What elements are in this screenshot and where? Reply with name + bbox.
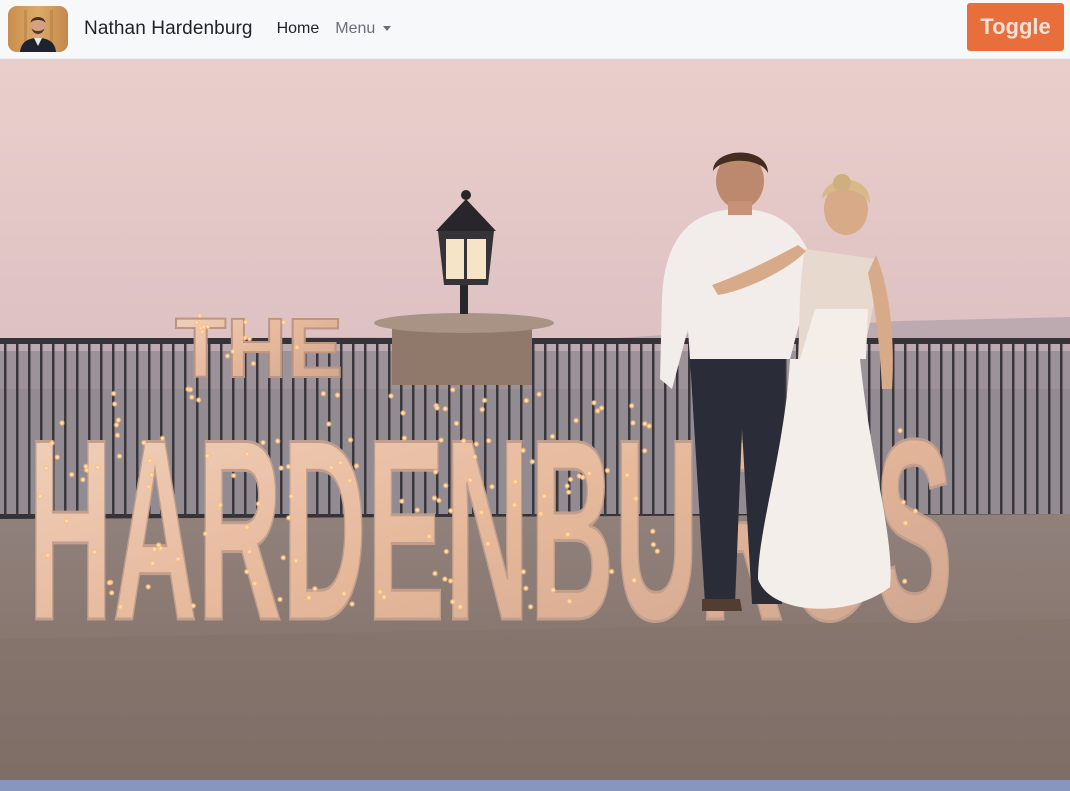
brand-name: Nathan Hardenburg (84, 18, 253, 39)
wedding-photo: THE HARDENBURGS (0, 59, 1070, 780)
bottom-strip (0, 780, 1070, 791)
top-navbar: Nathan Hardenburg Home Menu Toggle (0, 0, 1070, 59)
hero-image: THE HARDENBURGS (0, 59, 1070, 780)
caret-down-icon (383, 26, 392, 32)
nav-menu-label: Menu (335, 20, 376, 37)
nav-menu-dropdown[interactable]: Menu (335, 20, 392, 38)
profile-photo-icon (8, 6, 68, 52)
toggle-button[interactable]: Toggle (967, 3, 1064, 51)
nav-links: Home Menu (277, 20, 408, 38)
brand-link[interactable]: Nathan Hardenburg (8, 6, 253, 52)
nav-home-link[interactable]: Home (277, 20, 320, 38)
